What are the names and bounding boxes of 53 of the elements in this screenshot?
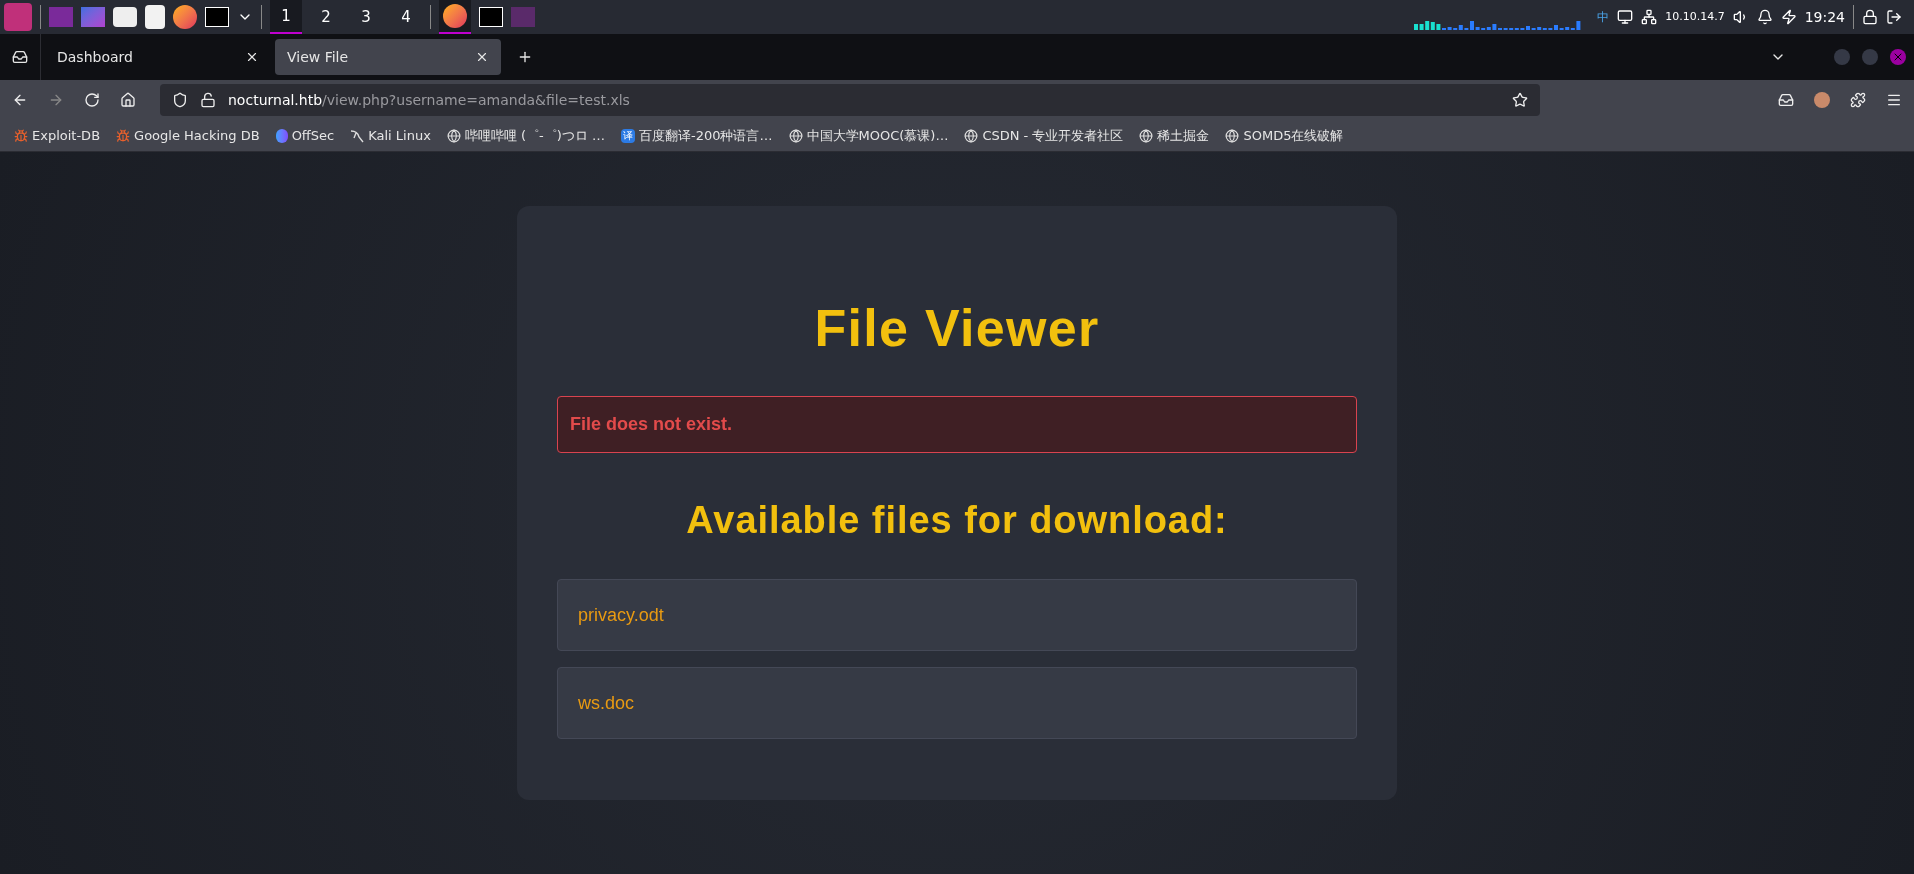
new-tab-icon[interactable] <box>517 49 533 65</box>
globe-icon <box>788 128 803 143</box>
globe-icon <box>1225 128 1240 143</box>
workspace-tab[interactable]: 2 <box>310 0 342 34</box>
url-text: nocturnal.htb/view.php?username=amanda&file=test.xls <box>228 90 630 110</box>
reload-icon[interactable] <box>84 92 100 108</box>
monitor-icon[interactable] <box>1617 9 1634 25</box>
bookmark-item[interactable]: 哔哩哔哩 (゜-゜)つロ … <box>440 123 611 148</box>
close-icon[interactable] <box>475 50 489 64</box>
extensions-icon[interactable] <box>1850 92 1866 108</box>
bookmark-item[interactable]: 译 百度翻译-200种语言… <box>615 123 779 148</box>
bookmark-item[interactable]: 中国大学MOOC(慕课)… <box>782 123 955 148</box>
forward-icon[interactable] <box>48 92 64 108</box>
bug-icon <box>116 128 131 143</box>
browser-tab[interactable]: View File <box>275 39 501 75</box>
address-bar[interactable]: nocturnal.htb/view.php?username=amanda&file=test.xls <box>160 84 1540 116</box>
close-icon[interactable] <box>245 50 259 64</box>
bookmark-item[interactable]: SOMD5在线破解 <box>1219 123 1350 148</box>
tab-list-icon[interactable] <box>12 49 28 65</box>
profile-avatar[interactable] <box>1814 92 1830 108</box>
globe-icon <box>1139 128 1154 143</box>
shield-icon[interactable] <box>172 92 188 108</box>
menu-icon[interactable] <box>1886 92 1902 108</box>
bookmark-item[interactable]: CSDN - 专业开发者社区 <box>958 123 1130 148</box>
page-title: File Viewer <box>813 302 1101 354</box>
input-method-indicator[interactable]: 中 <box>1597 8 1610 26</box>
bookmark-item[interactable]: Google Hacking DB <box>110 123 266 148</box>
workspace-tab[interactable]: 1 <box>270 0 302 34</box>
clock: 19:24 <box>1804 7 1845 27</box>
logout-icon[interactable] <box>1886 9 1902 25</box>
insecure-lock-icon[interactable] <box>200 92 216 108</box>
globe-icon <box>964 128 979 143</box>
home-icon[interactable] <box>120 92 136 108</box>
workspace-tab[interactable]: 3 <box>350 0 382 34</box>
browser-tab[interactable]: Dashboard <box>45 39 271 75</box>
file-link[interactable]: ws.doc <box>557 667 1357 739</box>
bookmark-item[interactable]: Exploit-DB <box>8 123 107 148</box>
ip-address: 10.10.14.7 <box>1665 8 1725 25</box>
error-message: File does not exist. <box>557 396 1357 453</box>
notification-icon[interactable] <box>1756 9 1773 25</box>
back-icon[interactable] <box>12 92 28 108</box>
workspace-tab[interactable]: 4 <box>390 0 422 34</box>
translate-badge: 译 <box>621 128 635 143</box>
bookmark-item[interactable]: OffSec <box>269 123 341 148</box>
file-link[interactable]: privacy.odt <box>557 579 1357 651</box>
lock-icon[interactable] <box>1862 9 1878 25</box>
bookmark-item[interactable]: 稀土掘金 <box>1133 123 1216 148</box>
files-heading: Available files for download: <box>685 501 1229 539</box>
bug-icon <box>14 128 28 143</box>
bookmark-star-icon[interactable] <box>1512 92 1528 108</box>
bookmark-item[interactable]: Kali Linux <box>344 123 437 148</box>
power-icon[interactable] <box>1780 9 1797 25</box>
globe-icon <box>446 128 461 143</box>
